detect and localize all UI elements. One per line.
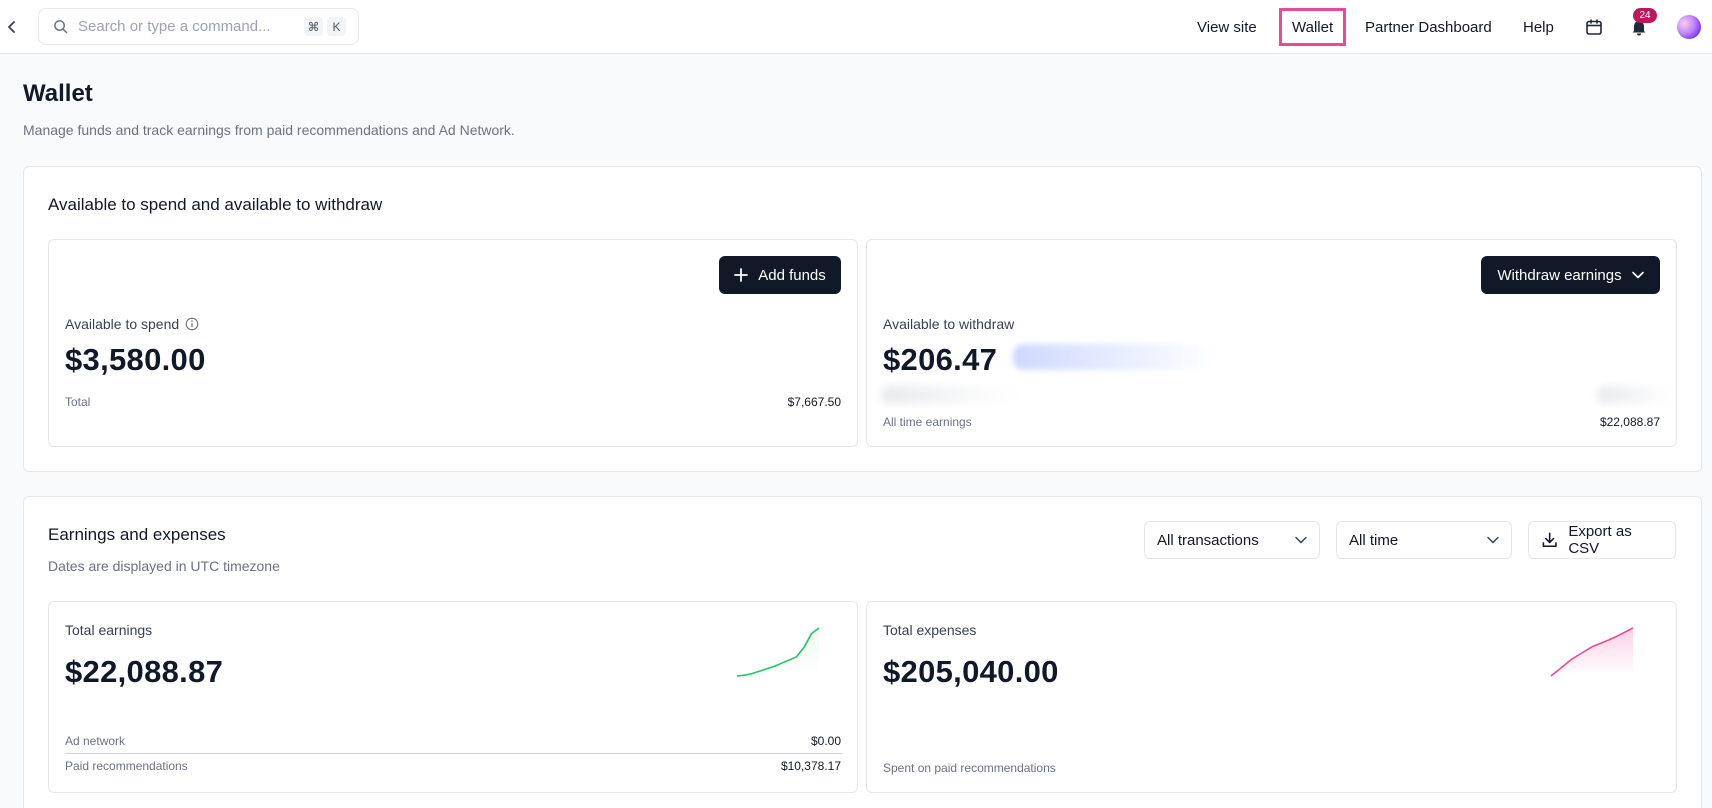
user-avatar[interactable] — [1677, 15, 1701, 39]
withdraw-label: Available to withdraw — [883, 316, 1015, 332]
spend-total-value: $7,667.50 — [787, 395, 841, 409]
total-expenses-label: Total expenses — [883, 622, 977, 638]
expenses-sparkline — [1550, 627, 1634, 677]
back-button[interactable] — [0, 10, 24, 44]
balances-title: Available to spend and available to with… — [48, 195, 383, 214]
total-earnings-label: Total earnings — [65, 622, 153, 638]
spend-card: Add funds Available to spend $3,580.00 T… — [48, 239, 858, 447]
nav-partner-dashboard[interactable]: Partner Dashboard — [1365, 8, 1492, 46]
chevron-left-icon — [8, 21, 15, 33]
sparkline-area — [737, 628, 819, 676]
chevron-down-icon — [1295, 536, 1307, 544]
ad-network-value: $0.00 — [810, 734, 841, 748]
all-time-earnings-value: $22,088.87 — [1599, 415, 1660, 429]
transaction-type-value: All transactions — [1157, 531, 1259, 549]
nav-wallet[interactable]: Wallet — [1279, 8, 1347, 46]
shortcut-cmd-key: ⌘ — [304, 17, 323, 36]
spend-label: Available to spend — [65, 316, 180, 332]
info-icon[interactable] — [185, 317, 199, 331]
expenses-footer: Spent on paid recommendations — [883, 761, 1056, 775]
plus-icon — [734, 268, 749, 282]
calendar-icon — [1586, 19, 1602, 35]
all-time-earnings-label: All time earnings — [883, 415, 972, 429]
earnings-subtitle: Dates are displayed in UTC timezone — [48, 558, 280, 574]
paid-recommendations-label: Paid recommendations — [65, 759, 188, 773]
nav-view-site[interactable]: View site — [1197, 8, 1257, 46]
search-placeholder: Search or type a command... — [78, 18, 271, 35]
withdraw-card: Withdraw earnings Available to withdraw … — [866, 239, 1677, 447]
add-funds-button[interactable]: Add funds — [719, 256, 841, 294]
date-range-value: All time — [1349, 531, 1399, 549]
spend-total-label: Total — [65, 395, 91, 409]
export-csv-label: Export as CSV — [1568, 523, 1632, 557]
total-earnings-amount: $22,088.87 — [65, 654, 224, 689]
page-subtitle: Manage funds and track earnings from pai… — [23, 122, 515, 138]
withdraw-earnings-button[interactable]: Withdraw earnings — [1481, 256, 1660, 294]
chevron-down-icon — [1487, 536, 1499, 544]
notification-count-badge: 24 — [1633, 8, 1657, 23]
nav-help[interactable]: Help — [1523, 8, 1554, 46]
withdraw-earnings-label: Withdraw earnings — [1497, 266, 1622, 284]
earnings-section: Earnings and expenses Dates are displaye… — [23, 496, 1702, 808]
shortcut-k-key: K — [327, 17, 346, 36]
top-bar: Search or type a command... ⌘ K View sit… — [0, 0, 1712, 54]
balances-section: Available to spend and available to with… — [23, 166, 1702, 472]
calendar-button[interactable] — [1581, 14, 1607, 40]
page-title: Wallet — [23, 80, 93, 107]
download-icon — [1542, 532, 1557, 548]
redacted-blur — [1013, 344, 1213, 370]
command-search[interactable]: Search or type a command... ⌘ K — [38, 8, 359, 45]
date-range-select[interactable]: All time — [1336, 521, 1512, 559]
row-divider — [65, 753, 843, 754]
total-earnings-card: Total earnings $22,088.87 Ad network $0.… — [48, 601, 858, 793]
withdraw-amount: $206.47 — [883, 342, 998, 377]
search-icon — [54, 20, 68, 34]
export-csv-button[interactable]: Export as CSV — [1528, 521, 1676, 559]
spend-amount: $3,580.00 — [65, 342, 206, 377]
transaction-type-select[interactable]: All transactions — [1144, 521, 1320, 559]
total-expenses-amount: $205,040.00 — [883, 654, 1059, 689]
spend-label-row: Available to spend — [65, 316, 199, 332]
earnings-title: Earnings and expenses — [48, 525, 226, 544]
chevron-down-icon — [1631, 271, 1644, 279]
redacted-blur — [881, 386, 1021, 404]
redacted-blur — [1597, 386, 1677, 404]
sparkline-area — [1551, 628, 1633, 676]
total-expenses-card: Total expenses $205,040.00 Spent on paid… — [866, 601, 1677, 793]
ad-network-label: Ad network — [65, 734, 126, 748]
paid-recommendations-value: $10,378.17 — [780, 759, 841, 773]
add-funds-label: Add funds — [758, 266, 826, 284]
earnings-sparkline — [736, 627, 820, 677]
